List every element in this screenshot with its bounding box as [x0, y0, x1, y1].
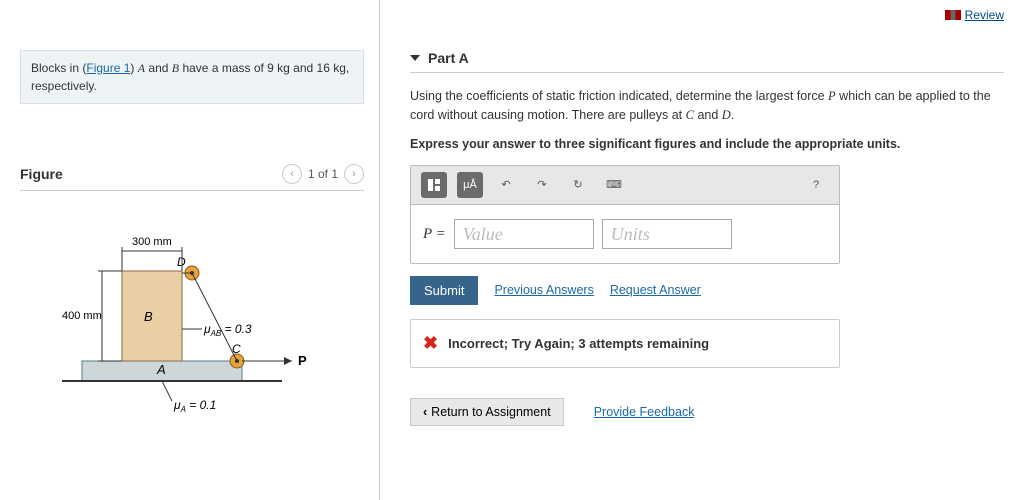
label-P: P [298, 353, 307, 368]
feedback-text: Incorrect; Try Again; 3 attempts remaini… [448, 334, 709, 354]
request-answer-link[interactable]: Request Answer [610, 281, 701, 300]
redo-button[interactable]: ↷ [529, 172, 555, 198]
svg-text:μAB = 0.3: μAB = 0.3 [203, 322, 252, 338]
figure-counter: 1 of 1 [308, 167, 338, 181]
svg-text:μA = 0.1: μA = 0.1 [173, 398, 216, 414]
part-body: Using the coefficients of static frictio… [410, 87, 1004, 426]
provide-feedback-link[interactable]: Provide Feedback [594, 403, 695, 422]
problem-statement: Blocks in (Figure 1) A and B have a mass… [20, 50, 364, 104]
units-mu-button[interactable]: μÅ [457, 172, 483, 198]
previous-answers-link[interactable]: Previous Answers [494, 281, 593, 300]
left-pane: Blocks in (Figure 1) A and B have a mass… [0, 0, 380, 500]
part-header[interactable]: Part A [410, 50, 1004, 73]
figure-prev-button[interactable]: ‹ [282, 164, 302, 184]
answer-input-box: μÅ ↶ ↷ ↻ ⌨ ? P = Value Units [410, 165, 840, 264]
template-button[interactable] [421, 172, 447, 198]
figure-link[interactable]: Figure 1 [86, 61, 130, 75]
dim-400: 400 mm [62, 310, 102, 322]
incorrect-icon: ✖ [423, 330, 438, 357]
part-prompt: Using the coefficients of static frictio… [410, 87, 1004, 125]
part-instruction: Express your answer to three significant… [410, 135, 1004, 154]
figure-title: Figure [20, 166, 63, 182]
label-A: A [156, 362, 166, 377]
review-link[interactable]: Review [945, 8, 1004, 22]
caret-down-icon [410, 55, 420, 61]
right-pane: Review Part A Using the coefficients of … [380, 0, 1024, 500]
reset-button[interactable]: ↻ [565, 172, 591, 198]
return-to-assignment-button[interactable]: ‹ Return to Assignment [410, 398, 564, 426]
dim-300: 300 mm [132, 236, 172, 248]
flag-icon [945, 10, 961, 20]
figure-next-button[interactable]: › [344, 164, 364, 184]
p-equals-label: P = [423, 223, 446, 246]
chevron-left-icon: ‹ [423, 405, 427, 419]
submit-button[interactable]: Submit [410, 276, 478, 305]
value-input[interactable]: Value [454, 219, 594, 249]
figure-header: Figure ‹ 1 of 1 › [20, 164, 364, 191]
units-input[interactable]: Units [602, 219, 732, 249]
answer-toolbar: μÅ ↶ ↷ ↻ ⌨ ? [411, 166, 839, 205]
feedback-box: ✖ Incorrect; Try Again; 3 attempts remai… [410, 319, 840, 368]
part-title: Part A [428, 50, 469, 66]
help-button[interactable]: ? [803, 172, 829, 198]
label-B: B [144, 309, 153, 324]
undo-button[interactable]: ↶ [493, 172, 519, 198]
topbar: Review [945, 8, 1004, 23]
figure-diagram: B A D C P [20, 211, 364, 421]
keyboard-button[interactable]: ⌨ [601, 172, 627, 198]
